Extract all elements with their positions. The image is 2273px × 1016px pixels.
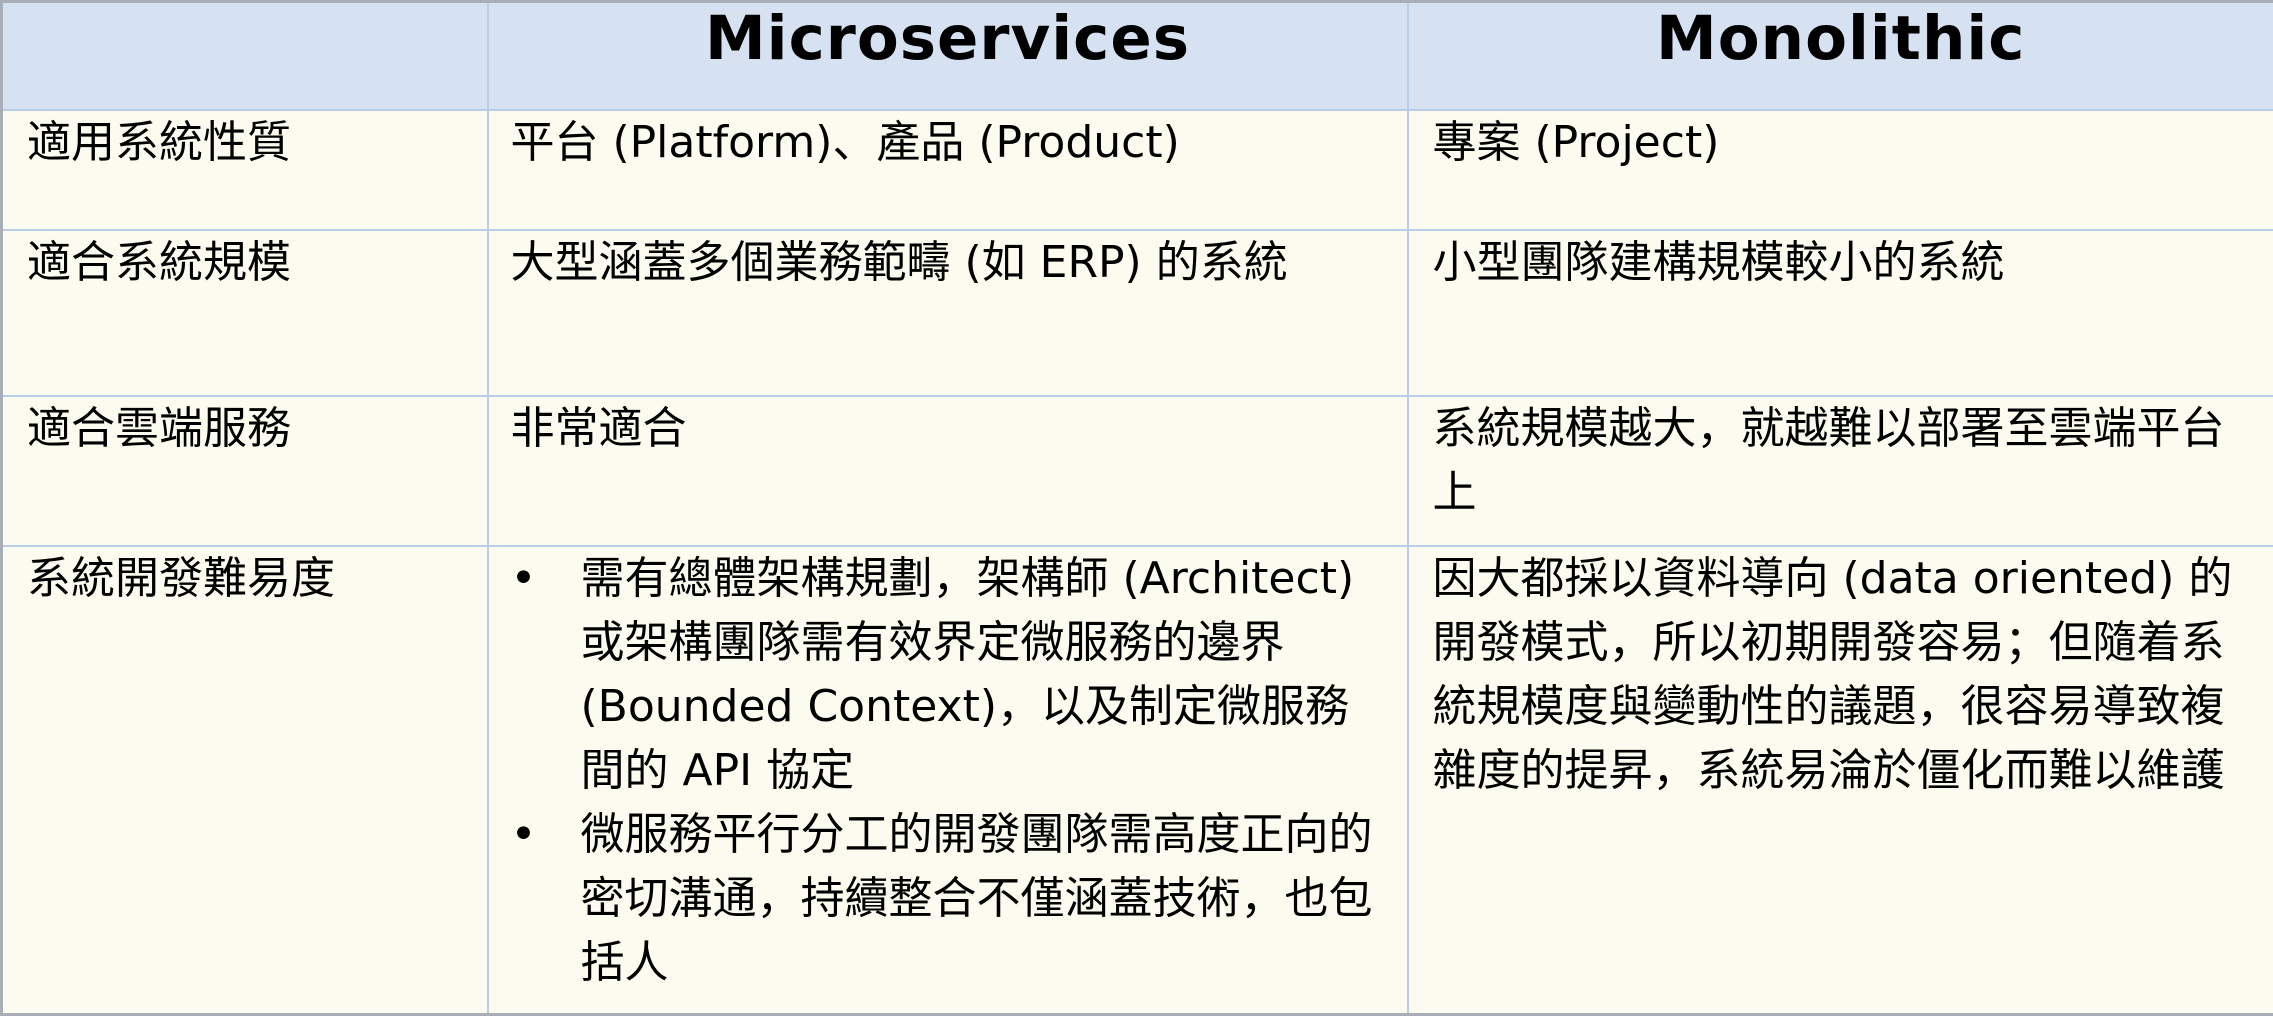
header-corner-cell	[2, 2, 488, 110]
microservices-system-scale: 大型涵蓋多個業務範疇 (如 ERP) 的系統	[488, 230, 1408, 396]
comparison-table: Microservices Monolithic 適用系統性質 平台 (Plat…	[0, 0, 2273, 1016]
monolithic-dev-difficulty: 因大都採以資料導向 (data oriented) 的開發模式，所以初期開發容易…	[1408, 546, 2273, 1015]
header-row: Microservices Monolithic	[2, 2, 2273, 110]
monolithic-system-scale: 小型團隊建構規模較小的系統	[1408, 230, 2273, 396]
header-monolithic: Monolithic	[1408, 2, 2273, 110]
bullet-dot: •	[511, 803, 531, 867]
row-label-cloud-fit: 適合雲端服務	[2, 396, 488, 546]
list-item: • 微服務平行分工的開發團隊需高度正向的密切溝通，持續整合不僅涵蓋技術，也包括人	[511, 803, 1385, 995]
bullet-text: 微服務平行分工的開發團隊需高度正向的密切溝通，持續整合不僅涵蓋技術，也包括人	[581, 809, 1373, 988]
bullet-dot: •	[511, 547, 531, 611]
microservices-dev-difficulty: • 需有總體架構規劃，架構師 (Architect) 或架構團隊需有效界定微服務…	[488, 546, 1408, 1015]
row-label-system-scale: 適合系統規模	[2, 230, 488, 396]
header-microservices: Microservices	[488, 2, 1408, 110]
table-row: 適合雲端服務 非常適合 系統規模越大，就越難以部署至雲端平台上	[2, 396, 2273, 546]
list-item: • 需有總體架構規劃，架構師 (Architect) 或架構團隊需有效界定微服務…	[511, 547, 1385, 803]
table-row: 系統開發難易度 • 需有總體架構規劃，架構師 (Architect) 或架構團隊…	[2, 546, 2273, 1015]
row-label-system-nature: 適用系統性質	[2, 110, 488, 230]
microservices-cloud-fit: 非常適合	[488, 396, 1408, 546]
row-label-dev-difficulty: 系統開發難易度	[2, 546, 488, 1015]
bullet-text: 需有總體架構規劃，架構師 (Architect) 或架構團隊需有效界定微服務的邊…	[581, 553, 1355, 796]
microservices-system-nature: 平台 (Platform)、產品 (Product)	[488, 110, 1408, 230]
monolithic-system-nature: 專案 (Project)	[1408, 110, 2273, 230]
table-row: 適用系統性質 平台 (Platform)、產品 (Product) 專案 (Pr…	[2, 110, 2273, 230]
monolithic-cloud-fit: 系統規模越大，就越難以部署至雲端平台上	[1408, 396, 2273, 546]
bullet-list: • 需有總體架構規劃，架構師 (Architect) 或架構團隊需有效界定微服務…	[511, 547, 1385, 995]
table-row: 適合系統規模 大型涵蓋多個業務範疇 (如 ERP) 的系統 小型團隊建構規模較小…	[2, 230, 2273, 396]
